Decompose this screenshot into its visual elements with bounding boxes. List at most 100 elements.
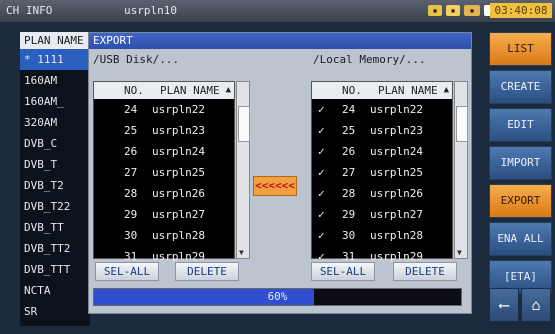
plan-list-item[interactable]: NCTA: [20, 280, 90, 301]
side-button-edit[interactable]: EDIT: [489, 108, 552, 142]
file-number: 26: [342, 145, 356, 158]
scroll-thumb[interactable]: [456, 106, 468, 142]
clock: 03:40:08: [490, 3, 552, 18]
export-progress-bar: 60%: [93, 288, 462, 306]
scroll-down-icon[interactable]: ▼: [239, 248, 244, 257]
file-number: 24: [124, 103, 138, 116]
usb-sel-all-button[interactable]: SEL-ALL: [95, 262, 159, 281]
plan-list-item[interactable]: DVB_TT: [20, 217, 90, 238]
plan-list-item[interactable]: DVB_TTT: [20, 259, 90, 280]
progress-label: 60%: [267, 290, 288, 303]
side-button-export[interactable]: EXPORT: [489, 184, 552, 218]
file-row[interactable]: 27 usrpln25: [94, 162, 234, 183]
file-row[interactable]: ✓ 24 usrpln22: [312, 99, 452, 120]
check-mark: ✓: [318, 145, 325, 158]
file-name: usrpln22: [152, 103, 205, 116]
plan-list-item[interactable]: 320AM: [20, 112, 90, 133]
check-mark: ✓: [318, 187, 325, 200]
side-button-import[interactable]: IMPORT: [489, 146, 552, 180]
usb-file-list[interactable]: NO. PLAN NAME ▲ 24 usrpln22 25 usrpln23 26 us…: [93, 81, 235, 263]
col-plan-name: PLAN NAME: [160, 84, 220, 97]
usb-path: /USB Disk/...: [93, 53, 180, 66]
plan-list-item[interactable]: DVB_T2: [20, 175, 90, 196]
plan-list[interactable]: PLAN NAME * 1111 160AM 160AM_ 320AM DVB_C DVB…: [20, 32, 90, 326]
usb-delete-button[interactable]: DELETE: [175, 262, 239, 281]
side-button-list[interactable]: LIST: [489, 32, 552, 66]
file-name: usrpln25: [152, 166, 205, 179]
scroll-thumb[interactable]: [238, 106, 250, 142]
usb-list-header: NO. PLAN NAME ▲: [94, 82, 234, 99]
plan-list-item[interactable]: 160AM: [20, 70, 90, 91]
signal-icon: ▪: [428, 5, 442, 16]
plan-list-item[interactable]: DVB_T22: [20, 196, 90, 217]
file-row[interactable]: 29 usrpln27: [94, 204, 234, 225]
file-number: 30: [124, 229, 138, 242]
file-row[interactable]: 25 usrpln23: [94, 120, 234, 141]
check-mark: ✓: [318, 103, 325, 116]
local-scrollbar[interactable]: ▼: [454, 81, 468, 259]
file-row[interactable]: ✓ 27 usrpln25: [312, 162, 452, 183]
transfer-button[interactable]: <<<<<<: [253, 176, 297, 196]
file-name: usrpln27: [370, 208, 423, 221]
local-delete-button[interactable]: DELETE: [393, 262, 457, 281]
check-mark: ✓: [318, 208, 325, 221]
file-number: 24: [342, 103, 356, 116]
usb-scrollbar[interactable]: ▼: [236, 81, 250, 259]
file-row[interactable]: ✓ 26 usrpln24: [312, 141, 452, 162]
file-number: 27: [342, 166, 356, 179]
usb-icon: ▪: [446, 5, 460, 16]
sort-up-icon[interactable]: ▲: [444, 82, 449, 99]
plan-list-item[interactable]: 160AM_: [20, 91, 90, 112]
file-name: usrpln28: [152, 229, 205, 242]
local-list-header: NO. PLAN NAME ▲: [312, 82, 452, 99]
col-plan-name: PLAN NAME: [378, 84, 438, 97]
file-row[interactable]: 24 usrpln22: [94, 99, 234, 120]
file-number: 25: [342, 124, 356, 137]
check-mark: ✓: [318, 229, 325, 242]
plan-list-item[interactable]: DVB_T: [20, 154, 90, 175]
back-button[interactable]: ⟵: [489, 288, 519, 322]
plan-list-item[interactable]: SR: [20, 301, 90, 322]
file-name: usrpln24: [370, 145, 423, 158]
status-bar: CH INFO usrpln10 ▪ ▪ ▪ ▮ 03:40:08: [0, 0, 555, 22]
plan-list-item[interactable]: DVB_TT2: [20, 238, 90, 259]
file-name: usrpln26: [152, 187, 205, 200]
file-row[interactable]: 30 usrpln28: [94, 225, 234, 246]
file-row[interactable]: ✓ 25 usrpln23: [312, 120, 452, 141]
side-button-create[interactable]: CREATE: [489, 70, 552, 104]
file-number: 30: [342, 229, 356, 242]
export-dialog: EXPORT /USB Disk/... /Local Memory/... N…: [88, 32, 472, 314]
file-number: 27: [124, 166, 138, 179]
local-file-list[interactable]: NO. PLAN NAME ▲ ✓ 24 usrpln22 ✓ 25 usrpln23 ✓ 2…: [311, 81, 453, 263]
file-name: usrpln24: [152, 145, 205, 158]
home-icon: ⌂: [531, 296, 541, 314]
home-button[interactable]: ⌂: [521, 288, 551, 322]
file-name: usrpln25: [370, 166, 423, 179]
check-mark: ✓: [318, 124, 325, 137]
file-row[interactable]: ✓ 30 usrpln28: [312, 225, 452, 246]
local-sel-all-button[interactable]: SEL-ALL: [311, 262, 375, 281]
file-name: usrpln23: [152, 124, 205, 137]
device-screen: CH INFO usrpln10 ▪ ▪ ▪ ▮ 03:40:08 PLAN N…: [0, 0, 555, 334]
plan-list-item[interactable]: DVB_C: [20, 133, 90, 154]
file-row[interactable]: ✓ 28 usrpln26: [312, 183, 452, 204]
sort-up-icon[interactable]: ▲: [226, 82, 231, 99]
scroll-down-icon[interactable]: ▼: [457, 248, 462, 257]
file-name: usrpln23: [370, 124, 423, 137]
file-number: 25: [124, 124, 138, 137]
local-path: /Local Memory/...: [313, 53, 426, 66]
file-row[interactable]: ✓ 29 usrpln27: [312, 204, 452, 225]
network-icon: ▪: [464, 5, 480, 16]
file-number: 26: [124, 145, 138, 158]
file-number: 29: [124, 208, 138, 221]
plan-list-header: PLAN NAME: [20, 32, 90, 49]
col-no: NO.: [342, 84, 362, 97]
file-row[interactable]: 26 usrpln24: [94, 141, 234, 162]
dialog-title: EXPORT: [89, 33, 471, 49]
file-name: usrpln27: [152, 208, 205, 221]
file-row[interactable]: 28 usrpln26: [94, 183, 234, 204]
side-button-ena-all[interactable]: ENA ALL: [489, 222, 552, 256]
file-number: 28: [124, 187, 138, 200]
file-name: usrpln28: [370, 229, 423, 242]
plan-list-item[interactable]: * 1111: [20, 49, 90, 70]
